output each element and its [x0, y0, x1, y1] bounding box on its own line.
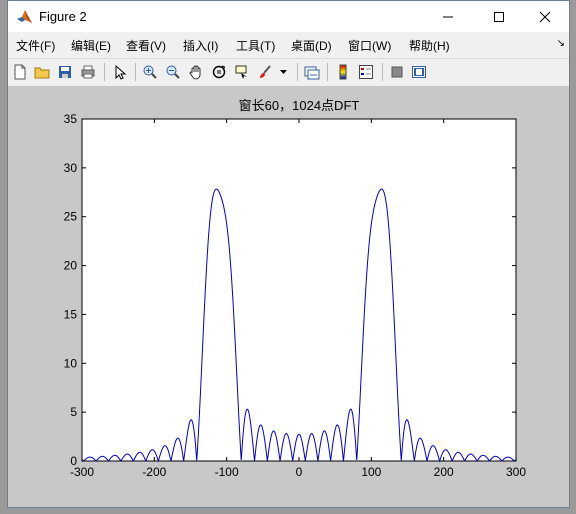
menu-insert[interactable]: 插入(I) [183, 37, 218, 54]
toolbar-separator [297, 63, 298, 81]
y-tick-label: 15 [64, 307, 78, 321]
colorbar-icon[interactable] [333, 62, 353, 82]
menu-bar: 文件(F) 编辑(E) 查看(V) 插入(I) 工具(T) 桌面(D) 窗口(W… [8, 32, 569, 57]
figure-canvas: -300 -200 -100 0 100 200 300 0 5 10 15 20 25 30 35 窗长6… [8, 86, 569, 507]
x-tick-label: 0 [296, 465, 303, 479]
toolbar-separator [135, 63, 136, 81]
toolbar-separator [104, 63, 105, 81]
menu-view[interactable]: 查看(V) [126, 37, 166, 54]
menu-help[interactable]: 帮助(H) [409, 37, 450, 54]
close-button[interactable] [522, 1, 568, 32]
x-tick-label: 100 [361, 465, 381, 479]
toolbar-separator [382, 63, 383, 81]
title-bar: Figure 2 [8, 1, 569, 32]
minimize-icon [443, 16, 453, 17]
maximize-button[interactable] [476, 1, 522, 32]
y-tick-label: 30 [64, 161, 78, 175]
maximize-icon [494, 11, 504, 22]
chart-title: 窗长60，1024点DFT [239, 98, 360, 113]
toolbar [8, 58, 569, 87]
link-icon[interactable] [302, 62, 322, 82]
hide-plot-tools-icon[interactable] [387, 62, 407, 82]
brush-icon[interactable] [255, 62, 275, 82]
y-tick-label: 5 [70, 405, 77, 419]
x-tick-label: 300 [506, 465, 526, 479]
figure-window: Figure 2 文件(F) 编辑(E) 查看(V) 插入(I) 工具(T) 桌… [7, 0, 570, 508]
menu-desktop[interactable]: 桌面(D) [291, 37, 332, 54]
menu-tools[interactable]: 工具(T) [236, 37, 275, 54]
save-icon[interactable] [55, 62, 75, 82]
data-cursor-icon[interactable] [232, 62, 252, 82]
brush-dropdown-icon[interactable] [278, 62, 290, 82]
zoom-in-icon[interactable] [140, 62, 160, 82]
print-icon[interactable] [78, 62, 98, 82]
y-tick-label: 25 [64, 210, 78, 224]
new-figure-icon[interactable] [10, 62, 30, 82]
open-file-icon[interactable] [32, 62, 52, 82]
y-tick-label: 20 [64, 259, 78, 273]
x-tick-label: -200 [142, 465, 166, 479]
menu-file[interactable]: 文件(F) [16, 37, 55, 54]
rotate-3d-icon[interactable] [209, 62, 229, 82]
toolbar-separator [327, 63, 328, 81]
x-tick-label: 200 [434, 465, 454, 479]
minimize-button[interactable] [425, 1, 471, 32]
menu-edit[interactable]: 编辑(E) [71, 37, 111, 54]
menu-window[interactable]: 窗口(W) [348, 37, 391, 54]
y-tick-label: 10 [64, 356, 78, 370]
window-title: Figure 2 [39, 9, 87, 24]
zoom-out-icon[interactable] [163, 62, 183, 82]
matlab-logo-icon [17, 10, 32, 23]
legend-icon[interactable] [356, 62, 376, 82]
close-icon [539, 11, 551, 22]
select-arrow-icon[interactable] [110, 62, 130, 82]
x-tick-label: -100 [215, 465, 239, 479]
pan-hand-icon[interactable] [186, 62, 206, 82]
show-plot-tools-icon[interactable] [409, 62, 429, 82]
y-tick-label: 35 [64, 112, 78, 126]
menu-overflow-arrow-icon[interactable]: ↘ [557, 38, 565, 49]
axes-background [81, 118, 517, 462]
line-chart: -300 -200 -100 0 100 200 30005101520253035 窗长6… [64, 98, 527, 479]
y-tick-label: 0 [70, 454, 77, 468]
